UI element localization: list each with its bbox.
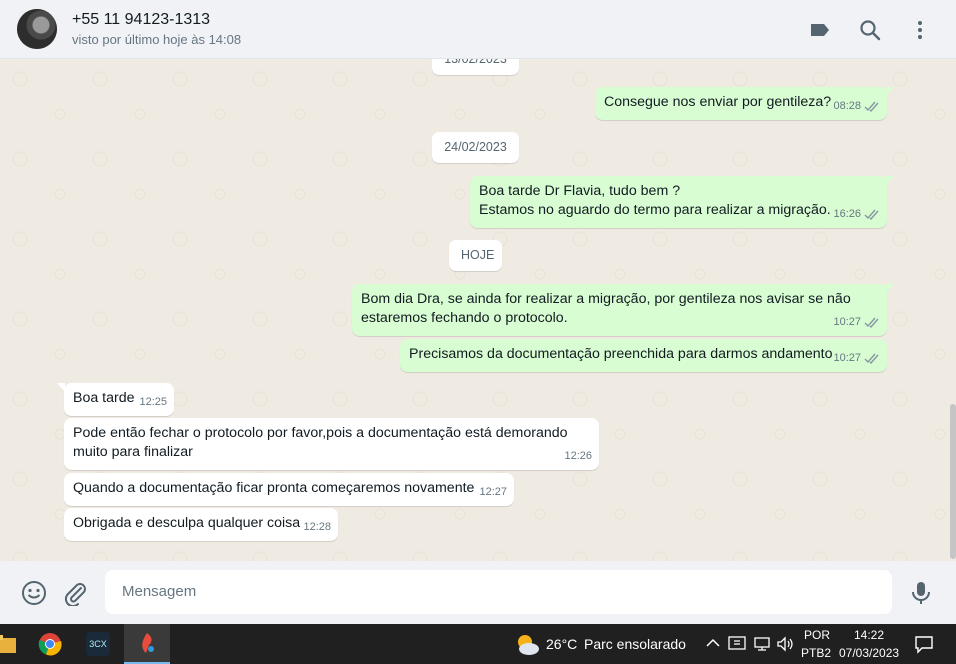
clock-date[interactable]: 07/03/2023 [839, 646, 899, 660]
contact-name[interactable]: +55 11 94123-1313 [72, 11, 210, 29]
weather-icon[interactable] [514, 632, 540, 656]
search-icon[interactable] [858, 18, 882, 42]
keyboard-layout[interactable]: PTB2 [801, 646, 831, 660]
message-meta: 12:28 [303, 518, 331, 537]
message-composer: Mensagem [0, 561, 956, 624]
message-text: Obrigada e desculpa qualquer coisa [73, 515, 301, 531]
message-text: Quando a documentação ficar pronta começ… [73, 480, 475, 496]
message-bubble-outgoing[interactable]: Boa tarde Dr Flavia, tudo bem ? Estamos … [470, 176, 894, 228]
read-receipt-icon [864, 101, 879, 112]
windows-taskbar: 3CX 26°C Parc ensolarado POR PTB2 14:22 … [0, 624, 956, 664]
message-bubble-incoming[interactable]: Obrigada e desculpa qualquer coisa 12:28 [64, 508, 338, 541]
3cx-label: 3CX [86, 632, 110, 656]
message-bubble-incoming[interactable]: Quando a documentação ficar pronta começ… [64, 473, 514, 506]
message-text: Precisamos da documentação preenchida pa… [409, 346, 833, 362]
message-text: Consegue nos enviar por gentileza? [604, 94, 832, 110]
notifications-icon[interactable] [914, 634, 934, 654]
message-time: 12:28 [303, 521, 331, 533]
chevron-up-icon[interactable] [706, 638, 720, 648]
message-time: 10:27 [833, 352, 861, 364]
message-bubble-outgoing[interactable]: Bom dia Dra, se ainda for realizar a mig… [352, 284, 894, 336]
date-separator: 24/02/2023 [432, 132, 519, 163]
more-options-icon[interactable] [908, 18, 932, 42]
message-bubble-outgoing[interactable]: Precisamos da documentação preenchida pa… [400, 339, 887, 372]
message-text: Estamos no aguardo do termo para realiza… [479, 202, 831, 218]
weather-temperature[interactable]: 26°C [546, 636, 577, 652]
label-icon[interactable] [808, 18, 832, 42]
message-time: 16:26 [833, 208, 861, 220]
message-meta: 10:27 [833, 349, 880, 368]
explorer-icon[interactable] [0, 624, 28, 664]
message-text: Boa tarde [73, 390, 135, 406]
message-bubble-incoming[interactable]: Boa tarde 12:25 [57, 383, 174, 416]
read-receipt-icon [864, 209, 879, 220]
app-icon[interactable] [124, 624, 170, 664]
message-text: Boa tarde Dr Flavia, tudo bem ? [479, 183, 681, 199]
message-text: Bom dia Dra, se ainda for realizar a mig… [361, 291, 851, 307]
read-receipt-icon [864, 317, 879, 328]
message-meta: 12:26 [564, 447, 592, 466]
message-text: Pode então fechar o protocolo por favor,… [73, 425, 568, 441]
weather-description[interactable]: Parc ensolarado [584, 636, 686, 652]
message-meta: 12:25 [139, 393, 167, 412]
input-language[interactable]: POR [804, 628, 830, 642]
contact-avatar[interactable] [17, 9, 57, 49]
message-time: 08:28 [833, 100, 861, 112]
network-icon[interactable] [753, 636, 771, 652]
message-meta: 10:27 [833, 313, 880, 332]
chat-panel[interactable]: 13/02/2023 Consegue nos enviar por genti… [0, 59, 956, 561]
tray-app-icon[interactable] [728, 636, 746, 652]
read-receipt-icon [864, 353, 879, 364]
message-meta: 12:27 [479, 483, 507, 502]
message-time: 12:27 [479, 486, 507, 498]
message-time: 10:27 [833, 316, 861, 328]
message-text: estaremos fechando o protocolo. [361, 310, 568, 326]
message-text: muito para finalizar [73, 444, 193, 460]
date-separator: 13/02/2023 [432, 59, 519, 75]
clock-time[interactable]: 14:22 [854, 628, 884, 642]
message-time: 12:26 [564, 450, 592, 462]
chat-header: +55 11 94123-1313 visto por último hoje … [0, 0, 956, 59]
message-meta: 16:26 [833, 205, 880, 224]
microphone-icon[interactable] [908, 580, 934, 606]
message-meta: 08:28 [833, 97, 880, 116]
message-input[interactable]: Mensagem [105, 570, 892, 614]
chrome-icon[interactable] [27, 624, 73, 664]
emoji-icon[interactable] [21, 580, 47, 606]
contact-last-seen: visto por último hoje às 14:08 [72, 32, 242, 47]
message-bubble-outgoing[interactable]: Consegue nos enviar por gentileza? 08:28 [595, 87, 894, 120]
message-bubble-incoming[interactable]: Pode então fechar o protocolo por favor,… [64, 418, 599, 470]
chat-scrollbar[interactable] [950, 404, 956, 559]
date-separator: HOJE [449, 240, 502, 271]
volume-icon[interactable] [776, 636, 794, 652]
attach-icon[interactable] [62, 580, 88, 606]
3cx-icon[interactable]: 3CX [75, 624, 121, 664]
message-time: 12:25 [139, 396, 167, 408]
